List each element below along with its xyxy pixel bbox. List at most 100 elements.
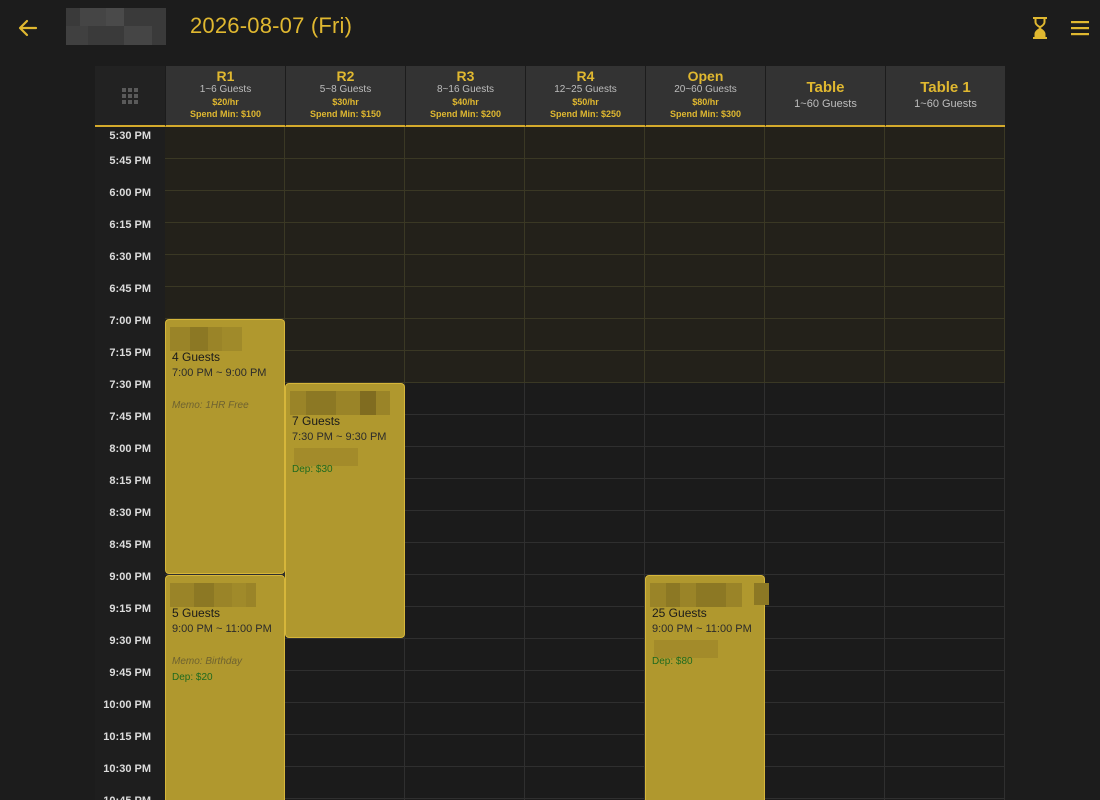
back-button[interactable] [14,14,42,42]
time-slot-cell[interactable] [285,735,405,767]
booking-card[interactable]: 25 Guests 9:00 PM ~ 11:00 PM Dep: $80 [645,575,769,800]
time-slot-cell[interactable] [525,255,645,287]
time-slot-cell[interactable] [765,223,885,255]
time-slot-cell[interactable] [285,639,405,671]
time-slot-cell[interactable] [765,319,885,351]
time-slot-cell[interactable] [405,351,525,383]
time-slot-cell[interactable] [405,383,525,415]
time-slot-cell[interactable] [765,735,885,767]
time-slot-cell[interactable] [165,159,285,191]
time-slot-cell[interactable] [645,191,765,223]
time-slot-cell[interactable] [525,639,645,671]
time-slot-cell[interactable] [885,127,1005,159]
time-slot-cell[interactable] [405,543,525,575]
time-slot-cell[interactable] [285,319,405,351]
time-slot-cell[interactable] [645,479,765,511]
time-slot-cell[interactable] [525,383,645,415]
time-slot-cell[interactable] [645,255,765,287]
time-slot-cell[interactable] [885,639,1005,671]
column-header-table[interactable]: Table 1~60 Guests [765,66,885,127]
time-slot-cell[interactable] [405,447,525,479]
time-slot-cell[interactable] [285,127,405,159]
time-slot-cell[interactable] [885,607,1005,639]
time-slot-cell[interactable] [525,287,645,319]
time-slot-cell[interactable] [885,351,1005,383]
time-slot-cell[interactable] [405,159,525,191]
time-slot-cell[interactable] [765,127,885,159]
time-slot-cell[interactable] [645,383,765,415]
time-slot-cell[interactable] [285,287,405,319]
time-slot-cell[interactable] [405,703,525,735]
time-slot-cell[interactable] [765,415,885,447]
time-slot-cell[interactable] [525,223,645,255]
time-slot-cell[interactable] [765,447,885,479]
time-slot-cell[interactable] [285,159,405,191]
time-slot-cell[interactable] [525,767,645,799]
time-slot-cell[interactable] [285,703,405,735]
time-slot-cell[interactable] [405,319,525,351]
time-slot-cell[interactable] [765,287,885,319]
time-slot-cell[interactable] [405,191,525,223]
time-slot-cell[interactable] [765,191,885,223]
column-header-r1[interactable]: R1 1~6 Guests $20/hr Spend Min: $100 [165,66,285,127]
column-header-r2[interactable]: R2 5~8 Guests $30/hr Spend Min: $150 [285,66,405,127]
time-slot-cell[interactable] [525,127,645,159]
time-slot-cell[interactable] [885,447,1005,479]
time-slot-cell[interactable] [405,575,525,607]
time-slot-cell[interactable] [525,607,645,639]
time-slot-cell[interactable] [525,159,645,191]
time-slot-cell[interactable] [645,543,765,575]
time-slot-cell[interactable] [405,479,525,511]
time-slot-cell[interactable] [285,223,405,255]
column-header-r4[interactable]: R4 12~25 Guests $50/hr Spend Min: $250 [525,66,645,127]
time-slot-cell[interactable] [405,127,525,159]
menu-button[interactable] [1066,14,1094,42]
time-slot-cell[interactable] [885,479,1005,511]
time-slot-cell[interactable] [885,319,1005,351]
time-slot-cell[interactable] [645,511,765,543]
time-slot-cell[interactable] [885,415,1005,447]
time-slot-cell[interactable] [405,735,525,767]
time-slot-cell[interactable] [885,255,1005,287]
booking-card[interactable]: 5 Guests 9:00 PM ~ 11:00 PM Memo: Birthd… [165,575,285,800]
time-slot-cell[interactable] [765,703,885,735]
time-slot-cell[interactable] [165,255,285,287]
time-slot-cell[interactable] [405,511,525,543]
time-slot-cell[interactable] [645,351,765,383]
time-slot-cell[interactable] [885,735,1005,767]
time-slot-cell[interactable] [405,639,525,671]
time-slot-cell[interactable] [765,383,885,415]
time-slot-cell[interactable] [165,191,285,223]
time-slot-cell[interactable] [885,223,1005,255]
time-slot-cell[interactable] [405,255,525,287]
booking-card[interactable]: 7 Guests 7:30 PM ~ 9:30 PM Dep: $30 [285,383,405,638]
time-slot-cell[interactable] [885,191,1005,223]
booking-card[interactable]: 4 Guests 7:00 PM ~ 9:00 PM Memo: 1HR Fre… [165,319,285,574]
time-slot-cell[interactable] [765,575,885,607]
time-slot-cell[interactable] [885,671,1005,703]
time-slot-cell[interactable] [525,479,645,511]
time-slot-cell[interactable] [525,511,645,543]
time-slot-cell[interactable] [645,159,765,191]
time-slot-cell[interactable] [645,223,765,255]
time-slot-cell[interactable] [765,351,885,383]
time-slot-cell[interactable] [525,415,645,447]
column-header-r3[interactable]: R3 8~16 Guests $40/hr Spend Min: $200 [405,66,525,127]
time-slot-cell[interactable] [405,287,525,319]
time-slot-cell[interactable] [765,255,885,287]
time-slot-cell[interactable] [405,671,525,703]
time-slot-cell[interactable] [285,255,405,287]
time-slot-cell[interactable] [645,415,765,447]
time-slot-cell[interactable] [285,767,405,799]
time-slot-cell[interactable] [285,191,405,223]
time-slot-cell[interactable] [285,351,405,383]
time-slot-cell[interactable] [525,703,645,735]
selected-date-title[interactable]: 2026-08-07 (Fri) [190,13,352,39]
time-slot-cell[interactable] [525,543,645,575]
time-slot-cell[interactable] [165,223,285,255]
waitlist-button[interactable] [1028,15,1052,41]
time-slot-cell[interactable] [885,703,1005,735]
time-slot-cell[interactable] [405,415,525,447]
time-slot-cell[interactable] [525,735,645,767]
time-slot-cell[interactable] [765,159,885,191]
